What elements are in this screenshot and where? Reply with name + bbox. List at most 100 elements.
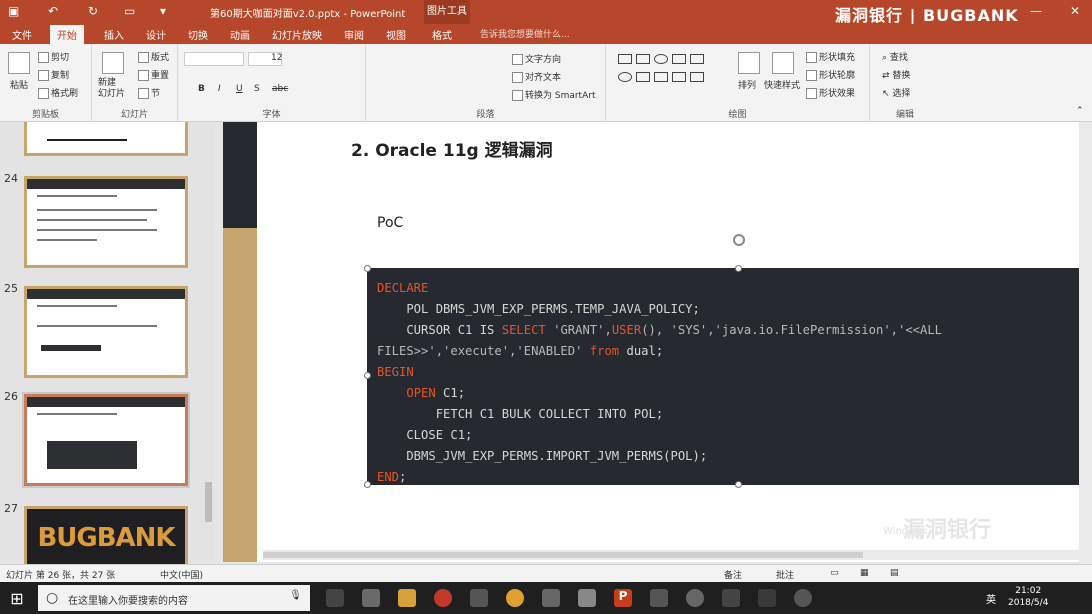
app-icon[interactable] [686,589,704,607]
resize-handle[interactable] [735,481,742,488]
format-painter-button[interactable]: 格式刷 [38,86,78,99]
replace-button[interactable]: ⇄ 替换 [882,68,910,81]
select-button[interactable]: ↖ 选择 [882,86,910,99]
rotate-handle-icon[interactable] [733,234,745,246]
chrome-icon[interactable] [506,589,524,607]
code-line: DECLARE [377,278,1079,299]
shadow-button[interactable]: S [254,84,260,94]
vertical-scrollbar[interactable] [1079,122,1092,564]
app-icon[interactable] [434,589,452,607]
tab-view[interactable]: 视图 [386,27,406,42]
undo-icon[interactable]: ↶ [48,4,58,18]
app-icon[interactable] [758,589,776,607]
language-indicator[interactable]: 中文(中国) [160,568,203,581]
code-token: BEGIN [377,365,414,379]
italic-button[interactable]: I [218,84,221,94]
shape-effects-button[interactable]: 形状效果 [806,86,855,99]
text-direction-button[interactable]: 文字方向 [512,52,561,65]
copy-button[interactable]: 复制 [38,68,69,81]
arrange-icon[interactable] [738,52,760,74]
tab-insert[interactable]: 插入 [104,27,124,42]
app-icon[interactable] [722,589,740,607]
underline-button[interactable]: U [236,84,243,94]
collapse-ribbon-icon[interactable]: ⌃ [1076,106,1084,116]
app-icon[interactable] [542,589,560,607]
tab-file[interactable]: 文件 [12,27,32,42]
slide-canvas[interactable]: 2. Oracle 11g 逻辑漏洞 PoC DECLARE POL DBMS_… [223,122,1083,562]
font-size-select[interactable]: 12 [248,52,282,66]
resize-handle[interactable] [364,265,371,272]
powerpoint-icon[interactable]: P [614,589,632,607]
convert-smartart-button[interactable]: 转换为 SmartArt [512,88,595,101]
find-button[interactable]: ⌕ 查找 [882,50,908,63]
tell-me-box[interactable]: 告诉我您想要做什么... [480,27,570,40]
new-slide-button[interactable]: 新建 幻灯片 [98,78,125,100]
thumb-code [47,441,137,469]
tab-home[interactable]: 开始 [50,25,84,44]
app-icon[interactable] [578,589,596,607]
layout-button[interactable]: 版式 [138,50,169,63]
customize-qat-icon[interactable]: ▾ [160,4,166,18]
shape-outline-button[interactable]: 形状轮廓 [806,68,855,81]
code-image[interactable]: DECLARE POL DBMS_JVM_EXP_PERMS.TEMP_JAVA… [367,268,1079,485]
minimize-icon[interactable]: — [1030,4,1042,18]
slide-thumbnail[interactable]: BUGBANK [24,506,188,564]
align-text-button[interactable]: 对齐文本 [512,70,561,83]
quick-styles-icon[interactable] [772,52,794,74]
redo-icon[interactable]: ↻ [88,4,98,18]
resize-handle[interactable] [364,481,371,488]
code-token: from [589,344,620,358]
strikethrough-button[interactable]: abc [272,84,288,94]
slide-title[interactable]: 2. Oracle 11g 逻辑漏洞 [351,136,553,161]
scroll-thumb[interactable] [263,552,863,558]
brush-icon [38,88,49,99]
thumbnail-scrollbar[interactable] [202,122,214,564]
save-icon[interactable]: ▣ [8,4,19,18]
bold-button[interactable]: B [198,84,205,94]
normal-view-icon[interactable]: ▭ [830,568,839,578]
microphone-icon[interactable]: 🎙 [289,590,302,601]
notes-button[interactable]: 备注 [724,568,742,581]
close-icon[interactable]: ✕ [1070,4,1080,18]
sorter-view-icon[interactable]: ▦ [860,568,869,578]
reading-view-icon[interactable]: ▤ [890,568,899,578]
task-view-icon[interactable] [326,589,344,607]
font-name-select[interactable] [184,52,244,66]
slide-thumbnail-selected[interactable] [24,394,188,486]
tab-slideshow[interactable]: 幻灯片放映 [272,27,322,42]
tab-animations[interactable]: 动画 [230,27,250,42]
resize-handle[interactable] [735,265,742,272]
folder-icon[interactable] [398,589,416,607]
app-icon[interactable] [470,589,488,607]
slide-thumbnail[interactable] [24,176,188,268]
thumb-line [37,305,117,307]
taskbar-search[interactable]: ○ 在这里输入你要搜索的内容 🎙 [38,585,310,611]
comments-button[interactable]: 批注 [776,568,794,581]
poc-label[interactable]: PoC [377,215,403,231]
app-icon[interactable] [794,589,812,607]
app-icon[interactable] [650,589,668,607]
arrange-button[interactable]: 排列 [738,78,756,91]
paste-icon[interactable] [8,52,30,74]
quick-styles-button[interactable]: 快速样式 [764,78,800,91]
scroll-thumb[interactable] [205,482,212,522]
slide-thumbnail[interactable] [24,122,188,156]
windows-start-icon[interactable]: ⊞ [8,589,26,608]
ime-indicator[interactable]: 英 [986,591,996,606]
tab-review[interactable]: 审阅 [344,27,364,42]
section-button[interactable]: 节 [138,86,160,99]
horizontal-scrollbar[interactable] [263,550,1083,560]
slide-thumbnail[interactable] [24,286,188,378]
tab-format[interactable]: 格式 [432,27,452,42]
tab-transitions[interactable]: 切换 [188,27,208,42]
paste-button[interactable]: 粘贴 [10,78,28,91]
system-clock[interactable]: 21:02 2018/5/4 [1008,585,1048,609]
cut-button[interactable]: 剪切 [38,50,69,63]
new-slide-icon[interactable] [102,52,124,74]
shape-fill-button[interactable]: 形状填充 [806,50,855,63]
tab-design[interactable]: 设计 [146,27,166,42]
resize-handle[interactable] [364,372,371,379]
present-icon[interactable]: ▭ [124,4,135,18]
reset-button[interactable]: 重置 [138,68,169,81]
app-icon[interactable] [362,589,380,607]
